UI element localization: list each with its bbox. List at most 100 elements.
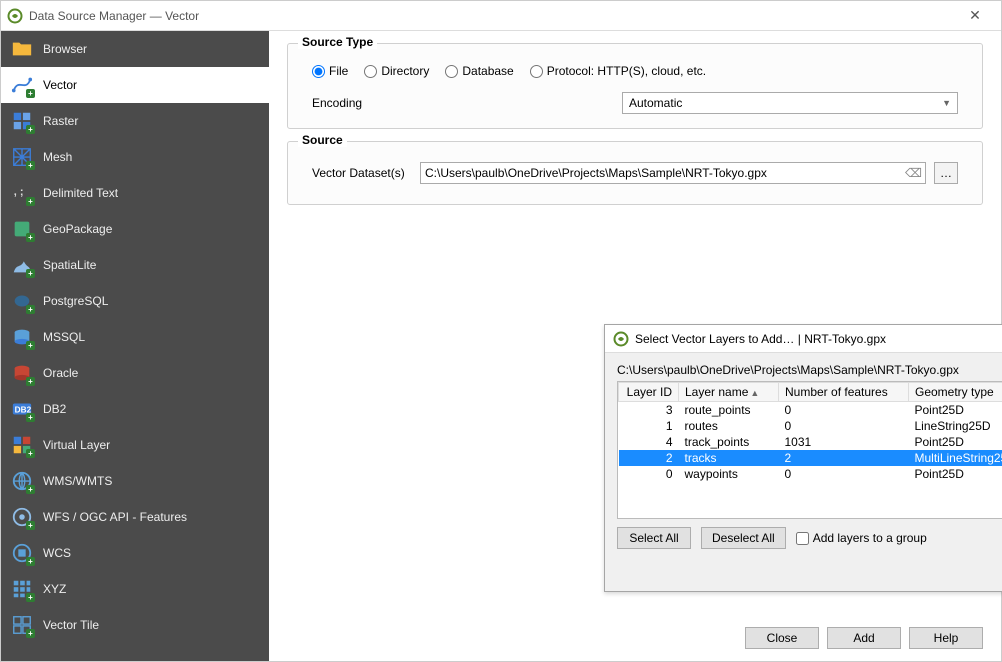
help-button[interactable]: Help xyxy=(909,627,983,649)
sidebar-item-xyz[interactable]: + XYZ xyxy=(1,571,269,607)
source-type-title: Source Type xyxy=(298,35,377,49)
add-button[interactable]: Add xyxy=(827,627,901,649)
radio-file[interactable]: File xyxy=(312,64,348,78)
col-geom-type[interactable]: Geometry type xyxy=(909,383,1002,402)
cell-layer-name: track_points xyxy=(679,434,779,450)
plus-badge-icon: + xyxy=(26,377,35,386)
col-layer-id[interactable]: Layer ID xyxy=(619,383,679,402)
plus-badge-icon: + xyxy=(26,521,35,530)
sidebar-item-mssql[interactable]: +MSSQL xyxy=(1,319,269,355)
wfs-icon: + xyxy=(11,506,33,528)
window-title: Data Source Manager — Vector xyxy=(29,9,955,23)
browse-button[interactable]: … xyxy=(934,162,958,184)
sidebar-item-oracle[interactable]: +Oracle xyxy=(1,355,269,391)
cell-geom-type: Point25D xyxy=(909,466,1002,482)
col-layer-name[interactable]: Layer name▲ xyxy=(679,383,779,402)
mesh-icon: + xyxy=(11,146,33,168)
spatialite-icon: + xyxy=(11,254,33,276)
dialog-body: C:\Users\paulb\OneDrive\Projects\Maps\Sa… xyxy=(605,353,1002,559)
window-close-button[interactable]: ✕ xyxy=(955,7,995,24)
cell-layer-name: waypoints xyxy=(679,466,779,482)
source-title: Source xyxy=(298,133,347,147)
plus-badge-icon: + xyxy=(26,341,35,350)
sidebar-item-spatialite[interactable]: + SpatiaLite xyxy=(1,247,269,283)
svg-text:, ;: , ; xyxy=(14,186,24,198)
radio-file-label: File xyxy=(329,64,348,78)
wcs-icon: + xyxy=(11,542,33,564)
table-row[interactable]: 1routes0LineString25D xyxy=(619,418,1002,434)
select-all-button[interactable]: Select All xyxy=(617,527,691,549)
plus-badge-icon: + xyxy=(26,269,35,278)
sidebar-item-label: Virtual Layer xyxy=(43,438,110,452)
plus-badge-icon: + xyxy=(26,629,35,638)
sidebar-item-virtual-layer[interactable]: + Virtual Layer xyxy=(1,427,269,463)
sidebar-item-label: Mesh xyxy=(43,150,72,164)
add-to-group-label: Add layers to a group xyxy=(813,531,927,545)
cell-num-features: 0 xyxy=(779,402,909,419)
sidebar-item-wcs[interactable]: +WCS xyxy=(1,535,269,571)
sidebar-item-raster[interactable]: +Raster xyxy=(1,103,269,139)
sidebar-item-mesh[interactable]: + Mesh xyxy=(1,139,269,175)
cell-num-features: 0 xyxy=(779,418,909,434)
plus-badge-icon: + xyxy=(26,233,35,242)
sidebar-item-label: Delimited Text xyxy=(43,186,118,200)
wms-icon: + xyxy=(11,470,33,492)
deselect-all-button[interactable]: Deselect All xyxy=(701,527,786,549)
layers-table: Layer ID Layer name▲ Number of features … xyxy=(617,381,1002,519)
db2-icon: DB2+ xyxy=(11,398,33,420)
sidebar-item-geopackage[interactable]: + GeoPackage xyxy=(1,211,269,247)
close-button[interactable]: Close xyxy=(745,627,819,649)
vectortile-icon: + xyxy=(11,614,33,636)
sidebar-item-vector[interactable]: +Vector xyxy=(1,67,269,103)
chevron-down-icon: ▼ xyxy=(942,98,951,108)
cell-num-features: 2 xyxy=(779,450,909,466)
encoding-combo[interactable]: Automatic ▼ xyxy=(622,92,958,114)
sidebar-item-label: Vector xyxy=(43,78,77,92)
sidebar-item-label: GeoPackage xyxy=(43,222,112,236)
cell-geom-type: Point25D xyxy=(909,434,1002,450)
folder-icon xyxy=(11,38,33,60)
add-to-group-checkbox[interactable]: Add layers to a group xyxy=(796,531,927,545)
sidebar-item-vector-tile[interactable]: + Vector Tile xyxy=(1,607,269,643)
select-layers-dialog: Select Vector Layers to Add… | NRT-Tokyo… xyxy=(604,324,1002,592)
sidebar-item-db2[interactable]: DB2+DB2 xyxy=(1,391,269,427)
virtual-icon: + xyxy=(11,434,33,456)
table-row[interactable]: 3route_points0Point25D xyxy=(619,402,1002,419)
gpkg-icon: + xyxy=(11,218,33,240)
radio-database[interactable]: Database xyxy=(445,64,513,78)
sidebar-item-postgresql[interactable]: +PostgreSQL xyxy=(1,283,269,319)
radio-directory[interactable]: Directory xyxy=(364,64,429,78)
table-row[interactable]: 4track_points1031Point25D xyxy=(619,434,1002,450)
sidebar-item-label: SpatiaLite xyxy=(43,258,96,272)
dataset-row: Vector Dataset(s) ⌫ … xyxy=(312,162,958,184)
table-row[interactable]: 0waypoints0Point25D xyxy=(619,466,1002,482)
xyz-icon: + xyxy=(11,578,33,600)
sidebar-item-wfs-ogc-api-features[interactable]: +WFS / OGC API - Features xyxy=(1,499,269,535)
col-num-features[interactable]: Number of features xyxy=(779,383,909,402)
source-type-group: Source Type File Directory Database Prot… xyxy=(287,43,983,129)
cell-geom-type: MultiLineString25D xyxy=(909,450,1002,466)
dataset-input[interactable] xyxy=(425,166,905,180)
cell-layer-id: 0 xyxy=(619,466,679,482)
sidebar-item-browser[interactable]: Browser xyxy=(1,31,269,67)
sidebar-item-label: PostgreSQL xyxy=(43,294,108,308)
clear-input-icon[interactable]: ⌫ xyxy=(905,166,921,180)
delim-icon: , ;+ xyxy=(11,182,33,204)
sidebar-item-label: Vector Tile xyxy=(43,618,99,632)
sidebar-item-delimited-text[interactable]: , ;+ Delimited Text xyxy=(1,175,269,211)
cell-layer-name: routes xyxy=(679,418,779,434)
raster-icon: + xyxy=(11,110,33,132)
plus-badge-icon: + xyxy=(26,161,35,170)
sidebar-item-label: XYZ xyxy=(43,582,66,596)
radio-protocol[interactable]: Protocol: HTTP(S), cloud, etc. xyxy=(530,64,706,78)
cell-num-features: 0 xyxy=(779,466,909,482)
dialog-path: C:\Users\paulb\OneDrive\Projects\Maps\Sa… xyxy=(617,363,1002,377)
plus-badge-icon: + xyxy=(26,197,35,206)
cell-layer-id: 3 xyxy=(619,402,679,419)
window-titlebar: Data Source Manager — Vector ✕ xyxy=(1,1,1001,31)
mssql-icon: + xyxy=(11,326,33,348)
source-group: Source Vector Dataset(s) ⌫ … xyxy=(287,141,983,205)
plus-badge-icon: + xyxy=(26,125,35,134)
table-row[interactable]: 2tracks2MultiLineString25D xyxy=(619,450,1002,466)
sidebar-item-wms-wmts[interactable]: +WMS/WMTS xyxy=(1,463,269,499)
